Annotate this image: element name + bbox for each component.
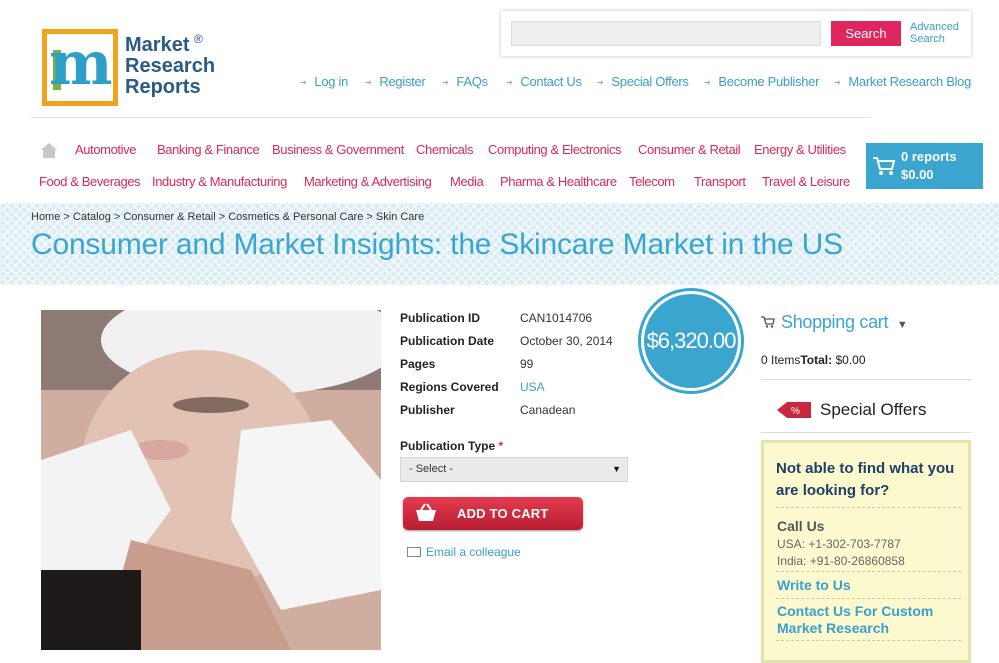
- faqs-link[interactable]: ➔ FAQs: [442, 74, 488, 89]
- login-link[interactable]: ➔ Log in: [300, 74, 348, 89]
- category-chemicals[interactable]: Chemicals: [416, 142, 473, 157]
- category-travel-leisure[interactable]: Travel & Leisure: [762, 174, 850, 189]
- market-research-blog-link[interactable]: ➔ Market Research Blog: [834, 74, 971, 89]
- search-input[interactable]: [511, 21, 821, 46]
- site-logo[interactable]: m: [42, 29, 118, 106]
- contact-us-link[interactable]: ➔ Contact Us: [506, 74, 582, 89]
- arrow-icon: ➔: [300, 78, 307, 87]
- arrow-icon: ➔: [597, 78, 604, 87]
- arrow-icon: ➔: [506, 78, 513, 87]
- shopping-cart-heading[interactable]: Shopping cart ▼: [761, 312, 908, 333]
- become-publisher-link[interactable]: ➔ Become Publisher: [704, 74, 819, 89]
- logo-wordmark[interactable]: Market Research Reports ®: [125, 32, 216, 98]
- category-telecom[interactable]: Telecom: [629, 174, 675, 189]
- call-us-heading: Call Us: [777, 518, 825, 534]
- breadcrumb: Home > Catalog > Consumer & Retail > Cos…: [31, 211, 425, 223]
- category-media[interactable]: Media: [450, 174, 484, 189]
- category-pharma-healthcare[interactable]: Pharma & Healthcare: [500, 174, 617, 189]
- arrow-icon: ➔: [365, 78, 372, 87]
- basket-icon: [416, 503, 436, 521]
- publication-id-value: CAN1014706: [520, 311, 593, 325]
- publisher-value: Canadean: [520, 403, 576, 417]
- sidebar-divider: [761, 379, 971, 380]
- regions-value[interactable]: USA: [520, 380, 545, 394]
- percent-tag-icon: %: [777, 402, 811, 418]
- product-image: [41, 310, 381, 650]
- help-divider: [776, 507, 961, 508]
- home-icon[interactable]: [40, 141, 58, 159]
- sidebar-cart-summary: 0 ItemsTotal: $0.00: [761, 353, 866, 367]
- pages-value: 99: [520, 357, 534, 371]
- breadcrumb-home[interactable]: Home: [31, 211, 60, 223]
- cart-total: $0.00: [901, 167, 934, 182]
- logo-mark: m: [49, 29, 113, 99]
- category-transport[interactable]: Transport: [694, 174, 746, 189]
- search-button[interactable]: Search: [831, 21, 901, 46]
- publication-date-label: Publication Date: [400, 334, 495, 348]
- pages-label: Pages: [400, 357, 436, 371]
- logo-line-2: Research: [125, 55, 216, 77]
- help-divider: [776, 598, 961, 599]
- arrow-icon: ➔: [442, 78, 449, 87]
- sidebar-divider: [761, 432, 971, 433]
- breadcrumb-consumer-retail[interactable]: Consumer & Retail: [123, 211, 215, 223]
- publication-type-select[interactable]: - Select - ▼: [400, 457, 628, 482]
- page-title: Consumer and Market Insights: the Skinca…: [31, 228, 843, 261]
- category-automotive[interactable]: Automotive: [75, 142, 136, 157]
- usa-phone: USA: +1-302-703-7787: [777, 537, 901, 551]
- envelope-icon: [407, 547, 421, 557]
- register-link[interactable]: ➔ Register: [365, 74, 426, 89]
- add-to-cart-label: ADD TO CART: [457, 506, 549, 521]
- category-consumer-retail[interactable]: Consumer & Retail: [638, 142, 741, 157]
- custom-research-link[interactable]: Contact Us For Custom Market Research: [777, 603, 962, 637]
- dropdown-arrow-icon: ▼: [612, 464, 621, 474]
- header-cart-button[interactable]: 0 reports $0.00: [866, 143, 983, 189]
- category-marketing-advertising[interactable]: Marketing & Advertising: [304, 174, 432, 189]
- help-question: Not able to find what you are looking fo…: [776, 460, 955, 499]
- add-to-cart-button[interactable]: ADD TO CART: [403, 497, 583, 530]
- email-colleague-link[interactable]: Email a colleague: [407, 545, 521, 559]
- cart-icon: [761, 316, 775, 328]
- special-offers-heading[interactable]: Special Offers: [820, 400, 926, 420]
- publication-id-label: Publication ID: [400, 311, 481, 325]
- header-divider: [31, 117, 871, 118]
- logo-line-3: Reports: [125, 76, 201, 98]
- publication-type-label: Publication Type *: [400, 439, 504, 453]
- category-business-government[interactable]: Business & Government: [272, 142, 404, 157]
- cart-report-count: 0 reports: [901, 149, 957, 164]
- india-phone: India: +91-80-26860858: [777, 554, 905, 568]
- chevron-down-icon: ▼: [896, 319, 908, 331]
- price-badge: $6,320.00: [641, 291, 741, 391]
- publication-date-value: October 30, 2014: [520, 334, 613, 348]
- advanced-search-link[interactable]: Advanced Search: [910, 21, 966, 45]
- cart-icon: [873, 157, 896, 175]
- svg-text:%: %: [791, 406, 800, 417]
- search-panel: Search Advanced Search: [501, 11, 971, 56]
- arrow-icon: ➔: [704, 78, 711, 87]
- publication-type-selected: - Select -: [409, 463, 454, 475]
- help-box: Not able to find what you are looking fo…: [761, 440, 971, 663]
- category-industry-manufacturing[interactable]: Industry & Manufacturing: [152, 174, 287, 189]
- breadcrumb-skin-care[interactable]: Skin Care: [376, 211, 424, 223]
- special-offers-link[interactable]: ➔ Special Offers: [597, 74, 689, 89]
- write-to-us-link[interactable]: Write to Us: [777, 577, 851, 594]
- breadcrumb-catalog[interactable]: Catalog: [73, 211, 111, 223]
- regions-label: Regions Covered: [400, 380, 499, 394]
- category-computing-electronics[interactable]: Computing & Electronics: [488, 142, 622, 157]
- arrow-icon: ➔: [834, 78, 841, 87]
- publisher-label: Publisher: [400, 403, 455, 417]
- category-food-beverages[interactable]: Food & Beverages: [39, 174, 141, 189]
- registered-mark: ®: [194, 32, 203, 46]
- breadcrumb-cosmetics[interactable]: Cosmetics & Personal Care: [228, 211, 363, 223]
- category-banking-finance[interactable]: Banking & Finance: [157, 142, 260, 157]
- category-energy-utilities[interactable]: Energy & Utilities: [754, 142, 846, 157]
- help-divider: [776, 571, 961, 572]
- help-divider: [776, 640, 961, 641]
